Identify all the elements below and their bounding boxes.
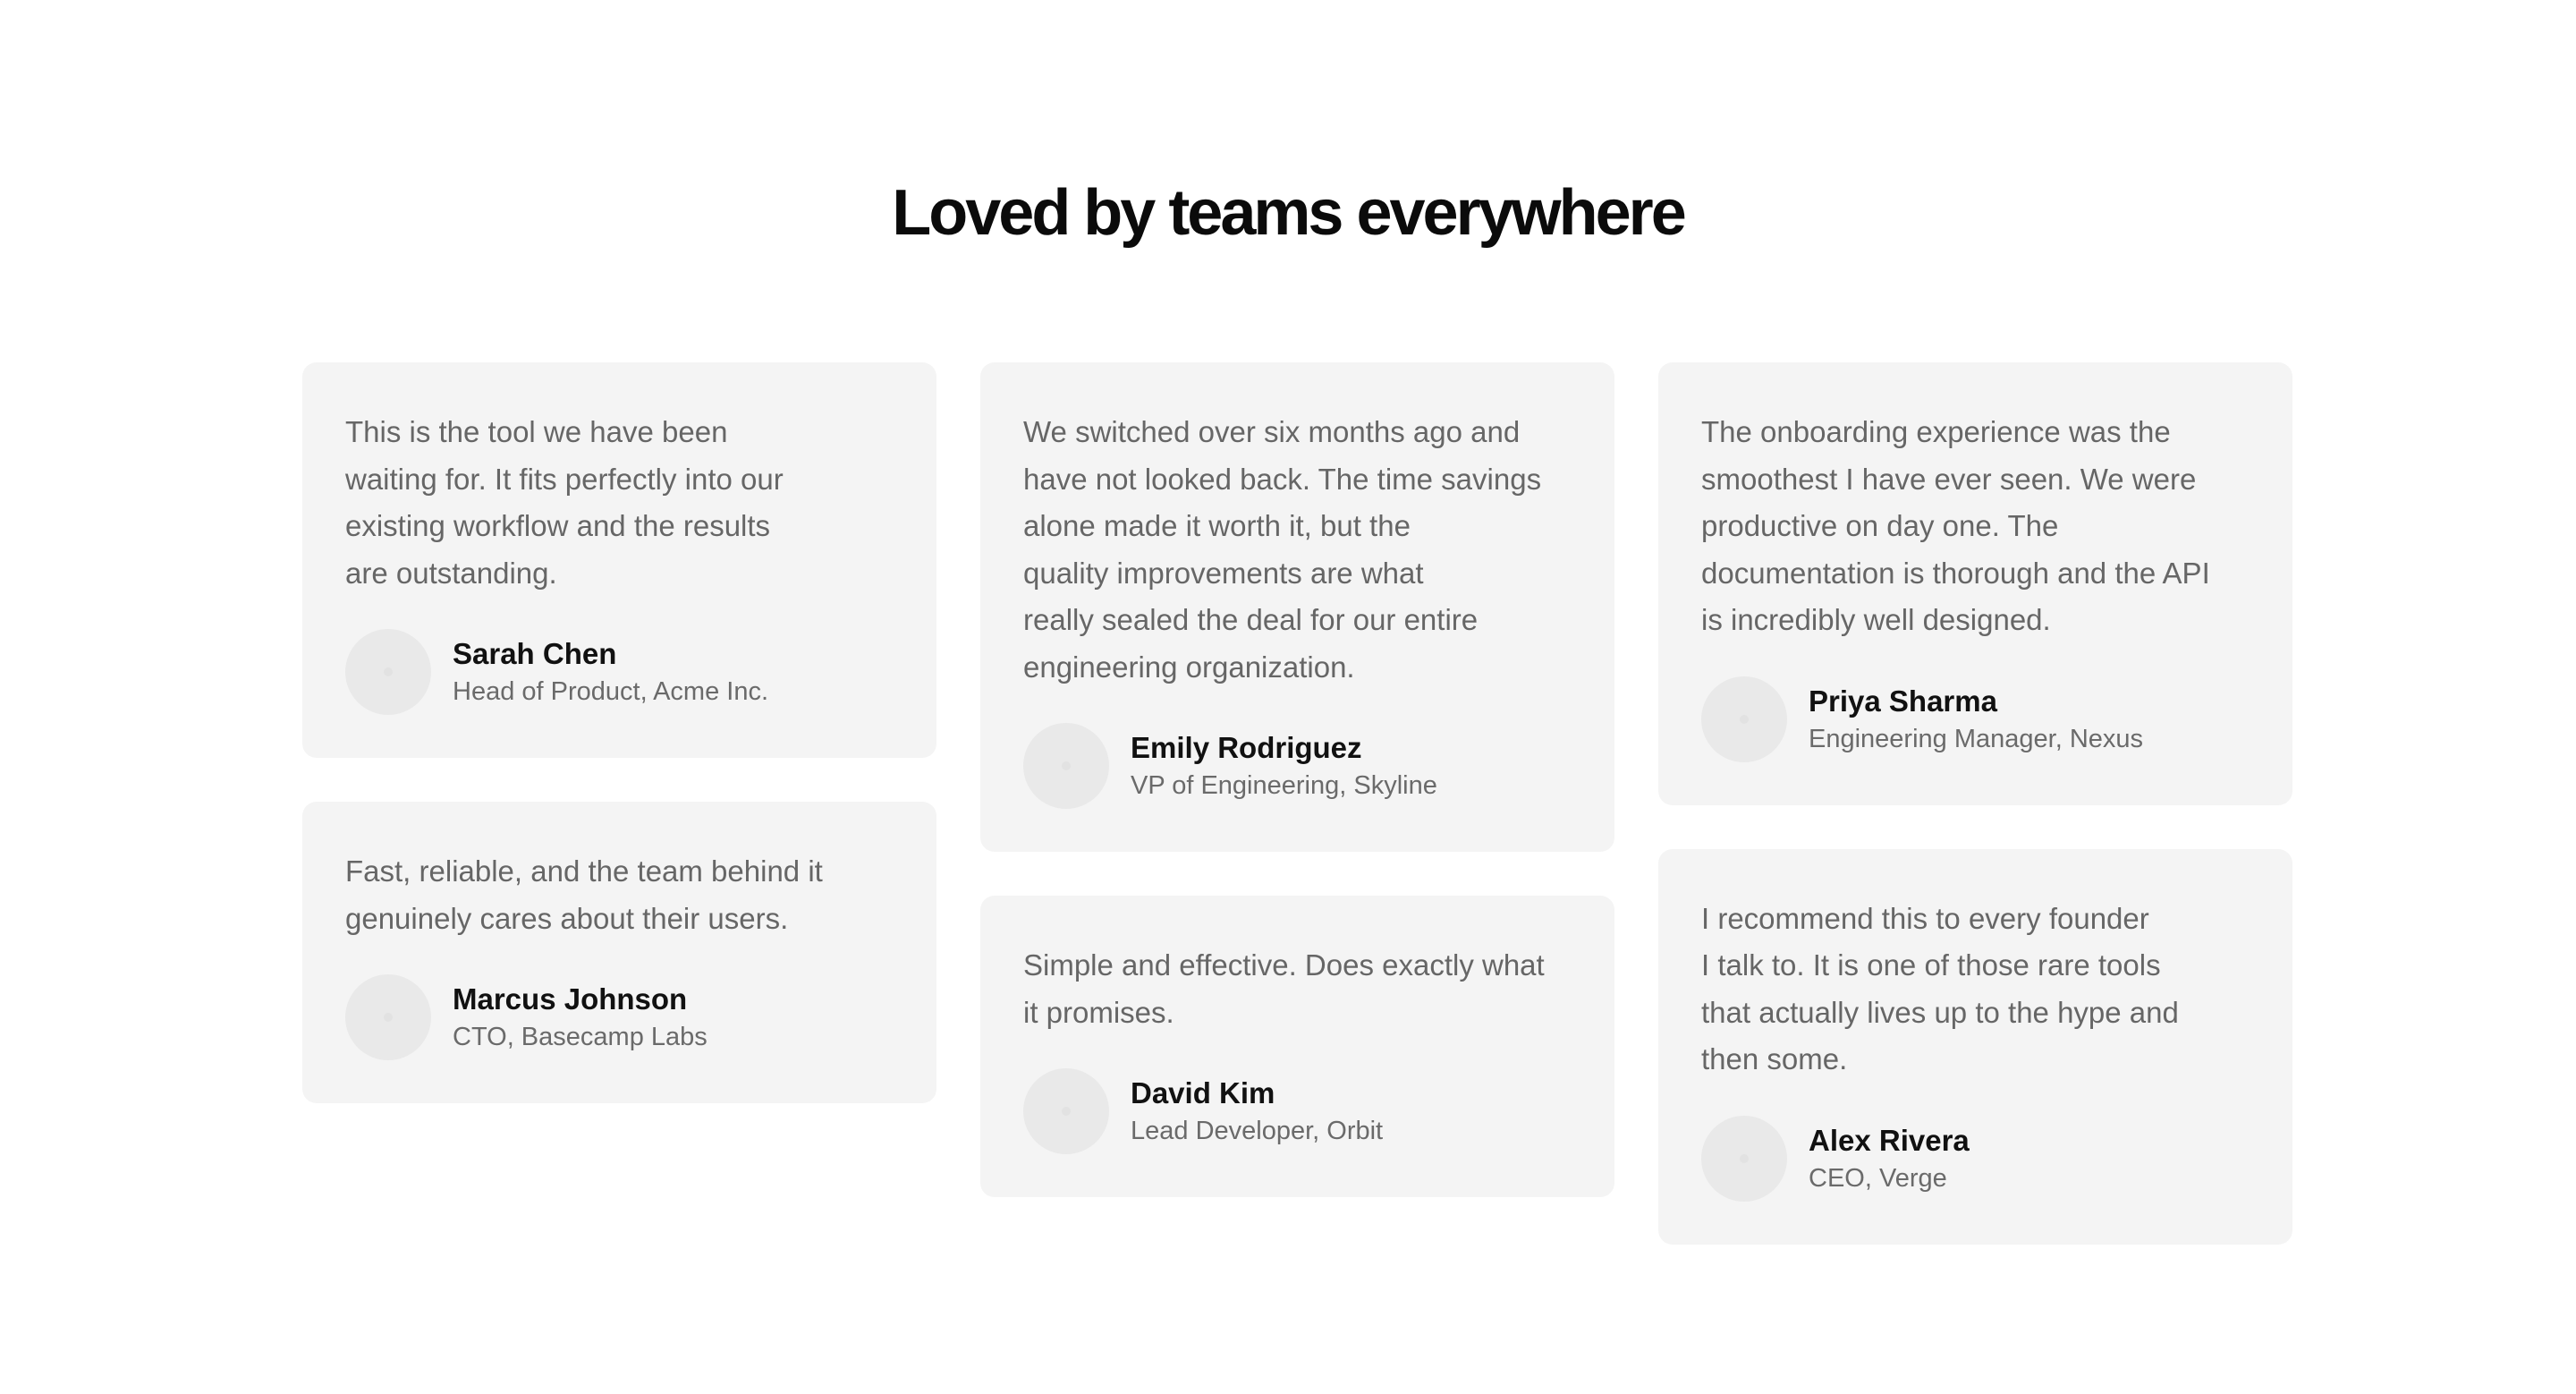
quote-line: Simple and effective. Does exactly what bbox=[1023, 948, 1545, 982]
testimonial-column: This is the tool we have been waiting fo… bbox=[302, 362, 936, 1103]
avatar bbox=[1023, 1068, 1109, 1154]
quote-line: documentation is thorough and the API bbox=[1701, 556, 2210, 590]
testimonial-quote: The onboarding experience was the smooth… bbox=[1701, 409, 2250, 644]
author-details: Emily Rodriguez VP of Engineering, Skyli… bbox=[1131, 728, 1437, 803]
author-details: David Kim Lead Developer, Orbit bbox=[1131, 1074, 1383, 1149]
author-details: Sarah Chen Head of Product, Acme Inc. bbox=[453, 634, 768, 710]
quote-line: I talk to. It is one of those rare tools bbox=[1701, 948, 2161, 982]
quote-line: genuinely cares about their users. bbox=[345, 901, 789, 935]
quote-line: Fast, reliable, and the team behind it bbox=[345, 854, 823, 888]
quote-line: productive on day one. The bbox=[1701, 509, 2059, 542]
avatar-placeholder-icon bbox=[384, 667, 393, 676]
avatar bbox=[1701, 1115, 1787, 1202]
testimonial-column: The onboarding experience was the smooth… bbox=[1658, 362, 2292, 1245]
testimonial-quote: Fast, reliable, and the team behind it g… bbox=[345, 848, 894, 942]
testimonial-author: Sarah Chen Head of Product, Acme Inc. bbox=[345, 629, 894, 715]
author-role: Head of Product, Acme Inc. bbox=[453, 677, 769, 706]
quote-line: is incredibly well designed. bbox=[1701, 603, 2051, 636]
quote-line: I recommend this to every founder bbox=[1701, 901, 2149, 935]
quote-line: it promises. bbox=[1023, 995, 1174, 1029]
testimonial-quote: Simple and effective. Does exactly what … bbox=[1023, 942, 1572, 1036]
testimonial-author: Emily Rodriguez VP of Engineering, Skyli… bbox=[1023, 723, 1572, 809]
testimonial-quote: I recommend this to every founder I talk… bbox=[1701, 896, 2250, 1084]
section-heading: Loved by teams everywhere bbox=[892, 177, 1686, 249]
testimonial-quote: We switched over six months ago and have… bbox=[1023, 409, 1572, 691]
author-name: Sarah Chen bbox=[453, 637, 617, 670]
author-details: Priya Sharma Engineering Manager, Nexus bbox=[1809, 682, 2143, 757]
quote-line: This is the tool we have been bbox=[345, 415, 728, 448]
author-role: Engineering Manager, Nexus bbox=[1809, 724, 2144, 753]
author-name: Priya Sharma bbox=[1809, 684, 1997, 718]
testimonial-author: David Kim Lead Developer, Orbit bbox=[1023, 1068, 1572, 1154]
quote-line: then some. bbox=[1701, 1042, 1848, 1075]
quote-line: The onboarding experience was the bbox=[1701, 415, 2171, 448]
quote-line: really sealed the deal for our entire bbox=[1023, 603, 1479, 636]
testimonial-author: Priya Sharma Engineering Manager, Nexus bbox=[1701, 676, 2250, 762]
quote-line: We switched over six months ago and bbox=[1023, 415, 1521, 448]
avatar-placeholder-icon bbox=[1062, 1107, 1071, 1116]
testimonial-card: We switched over six months ago and have… bbox=[980, 362, 1614, 852]
avatar-placeholder-icon bbox=[1740, 1153, 1749, 1163]
testimonials-section: Loved by teams everywhere This is the to… bbox=[0, 0, 2576, 1394]
avatar-placeholder-icon bbox=[1062, 761, 1071, 770]
avatar bbox=[1701, 676, 1787, 762]
quote-line: smoothest I have ever seen. We were bbox=[1701, 462, 2197, 496]
author-role: Lead Developer, Orbit bbox=[1131, 1117, 1384, 1145]
author-name: Marcus Johnson bbox=[453, 982, 688, 1016]
author-role: CEO, Verge bbox=[1809, 1163, 1947, 1193]
author-name: Emily Rodriguez bbox=[1131, 731, 1362, 764]
author-role: CTO, Basecamp Labs bbox=[453, 1023, 708, 1051]
quote-line: quality improvements are what bbox=[1023, 556, 1424, 590]
avatar-placeholder-icon bbox=[384, 1013, 393, 1022]
testimonial-author: Marcus Johnson CTO, Basecamp Labs bbox=[345, 974, 894, 1060]
testimonial-author: Alex Rivera CEO, Verge bbox=[1701, 1115, 2250, 1202]
author-name: David Kim bbox=[1131, 1076, 1275, 1109]
testimonial-quote: This is the tool we have been waiting fo… bbox=[345, 409, 894, 597]
avatar bbox=[345, 974, 431, 1060]
testimonial-card: Simple and effective. Does exactly what … bbox=[980, 896, 1614, 1197]
testimonial-card: Fast, reliable, and the team behind it g… bbox=[302, 802, 936, 1103]
quote-line: engineering organization. bbox=[1023, 650, 1355, 684]
testimonial-card: This is the tool we have been waiting fo… bbox=[302, 362, 936, 758]
testimonial-card: The onboarding experience was the smooth… bbox=[1658, 362, 2292, 805]
quote-line: existing workflow and the results bbox=[345, 509, 771, 542]
quote-line: have not looked back. The time savings bbox=[1023, 462, 1542, 496]
author-name: Alex Rivera bbox=[1809, 1123, 1970, 1157]
author-details: Alex Rivera CEO, Verge bbox=[1809, 1121, 1970, 1196]
avatar-placeholder-icon bbox=[1740, 714, 1749, 724]
quote-line: waiting for. It fits perfectly into our bbox=[345, 462, 784, 496]
author-details: Marcus Johnson CTO, Basecamp Labs bbox=[453, 980, 708, 1055]
avatar bbox=[345, 629, 431, 715]
avatar bbox=[1023, 723, 1109, 809]
quote-line: are outstanding. bbox=[345, 556, 557, 590]
testimonial-card: I recommend this to every founder I talk… bbox=[1658, 848, 2292, 1245]
testimonials-grid: This is the tool we have been waiting fo… bbox=[302, 362, 2293, 1245]
quote-line: that actually lives up to the hype and bbox=[1701, 995, 2179, 1029]
quote-line: alone made it worth it, but the bbox=[1023, 509, 1411, 542]
author-role: VP of Engineering, Skyline bbox=[1131, 771, 1437, 800]
testimonial-column: We switched over six months ago and have… bbox=[980, 362, 1614, 1197]
